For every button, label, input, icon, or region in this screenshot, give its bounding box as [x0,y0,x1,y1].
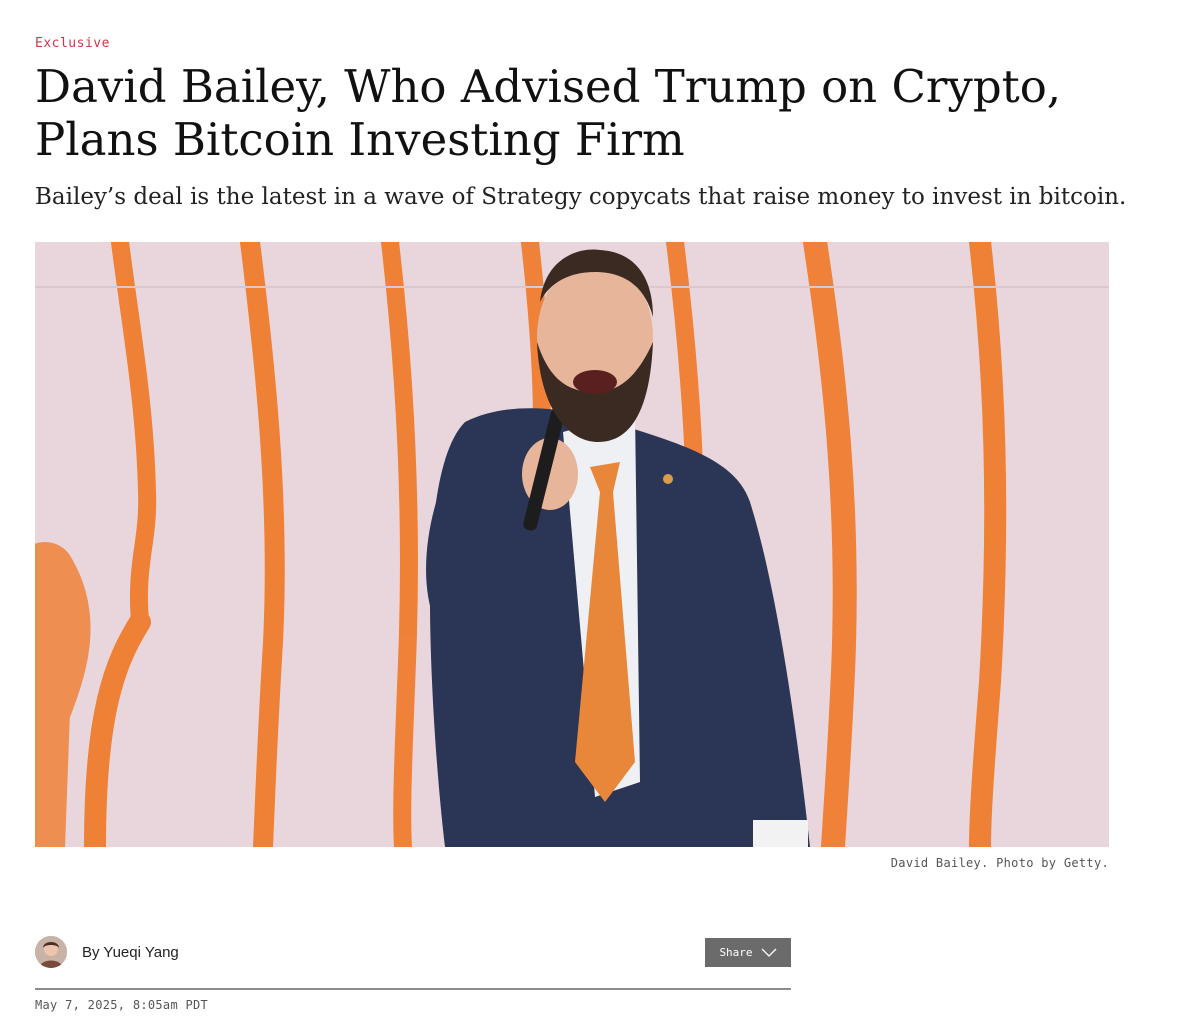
article-dek: Bailey’s deal is the latest in a wave of… [35,184,1127,210]
author-avatar[interactable] [35,936,67,968]
publish-date: May 7, 2025, 8:05am PDT [35,998,209,1012]
hero-photo-illustration [35,242,1109,847]
hero-image [35,242,1109,847]
byline: By Yueqi Yang [35,936,179,968]
article-headline: David Bailey, Who Advised Trump on Crypt… [35,60,1062,166]
chevron-down-icon [761,948,777,957]
avatar-portrait-icon [35,936,67,968]
author-name[interactable]: By Yueqi Yang [82,944,179,961]
article-page: Exclusive David Bailey, Who Advised Trum… [0,0,1200,1034]
image-caption: David Bailey. Photo by Getty. [890,856,1109,870]
share-label: Share [719,946,753,959]
article-kicker[interactable]: Exclusive [35,36,110,51]
byline-divider [35,988,791,990]
share-button[interactable]: Share [705,938,791,967]
